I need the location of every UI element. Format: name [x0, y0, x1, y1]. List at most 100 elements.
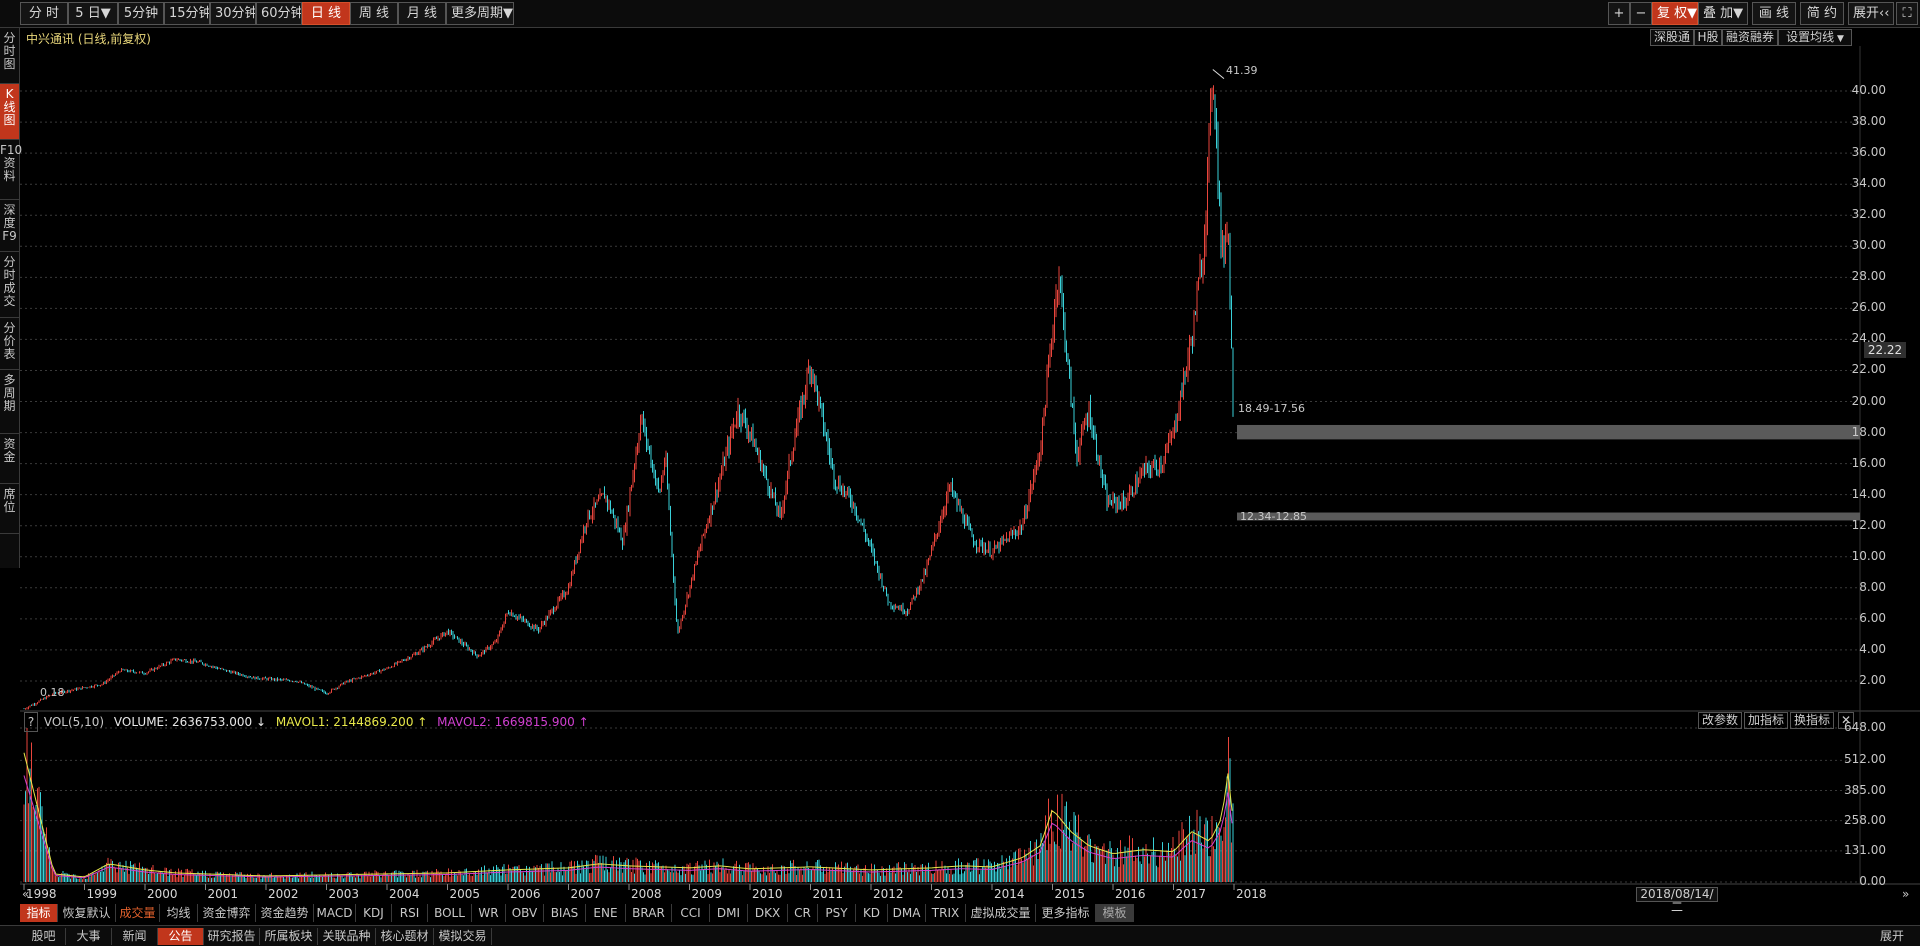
year-label: 1998	[26, 887, 57, 901]
arrow-up-icon: ↑	[417, 715, 428, 729]
indicator-tab-12[interactable]: BIAS	[544, 904, 586, 922]
year-label: 2015	[1054, 887, 1086, 901]
indicator-tab-21[interactable]: DMA	[888, 904, 926, 922]
year-label: 2005	[449, 887, 481, 901]
indicator-tab-1[interactable]: 恢复默认	[58, 904, 116, 922]
bottom-tabs: 展开 股吧 大事 新闻 公告 研究报告 所属板块 关联品种 核心题材 模拟交易	[0, 925, 1920, 946]
price-tick-label: 2.00	[1859, 672, 1886, 687]
bottom-tab-5[interactable]: 所属板块	[260, 928, 318, 945]
indicator-tab-13[interactable]: ENE	[586, 904, 626, 922]
scroll-right-arrow[interactable]: »	[1902, 887, 1909, 901]
scroll-left-arrow[interactable]: «	[22, 887, 29, 901]
date-display: 2018/08/14/二	[1636, 887, 1718, 914]
indicator-tab-6[interactable]: MACD	[314, 904, 356, 922]
indicator-tab-9[interactable]: BOLL	[428, 904, 472, 922]
price-tick-label: 36.00	[1851, 145, 1886, 160]
price-tick-label: 28.00	[1851, 269, 1886, 284]
year-label: 2012	[873, 887, 904, 901]
indicator-tab-11[interactable]: OBV	[506, 904, 544, 922]
indicator-tab-17[interactable]: DKX	[748, 904, 788, 922]
price-tick-label: 4.00	[1859, 641, 1886, 656]
switch-indicator-button[interactable]: 换指标	[1790, 712, 1834, 729]
bottom-tab-7[interactable]: 核心题材	[376, 928, 434, 945]
year-label: 2016	[1115, 887, 1146, 901]
indicator-tab-4[interactable]: 资金博弈	[198, 904, 256, 922]
year-label: 2017	[1175, 887, 1207, 901]
volume-tick-label: 131.00	[1844, 842, 1886, 857]
price-tick-label: 26.00	[1851, 300, 1886, 315]
zone-upper-label: 18.49-17.56	[1238, 402, 1305, 415]
bottom-tab-2[interactable]: 新闻	[112, 928, 158, 945]
bottom-tab-3[interactable]: 公告	[158, 928, 204, 945]
year-label: 2003	[328, 887, 360, 901]
price-tick-label: 6.00	[1859, 610, 1886, 625]
indicator-tab-8[interactable]: RSI	[392, 904, 428, 922]
indicator-tab-19[interactable]: PSY	[818, 904, 856, 922]
change-params-button[interactable]: 改参数	[1698, 712, 1742, 729]
bottom-tab-8[interactable]: 模拟交易	[434, 928, 492, 945]
high-price-label: 41.39	[1226, 64, 1258, 77]
price-tick-label: 38.00	[1851, 114, 1886, 129]
price-tick-label: 40.00	[1851, 83, 1886, 98]
add-indicator-button[interactable]: 加指标	[1744, 712, 1788, 729]
price-tick-label: 22.00	[1851, 362, 1886, 377]
year-label: 2009	[691, 887, 723, 901]
volume-tick-label: 512.00	[1844, 752, 1886, 767]
indicator-tab-25[interactable]: 模板	[1096, 904, 1134, 922]
current-price-tag: 22.22	[1864, 342, 1906, 358]
candle-series	[23, 85, 1234, 710]
indicator-tab-0[interactable]: 指标	[20, 904, 58, 922]
indicator-tab-20[interactable]: KD	[856, 904, 888, 922]
zone-lower-label: 12.34-12.85	[1240, 510, 1307, 523]
indicator-tab-24[interactable]: 更多指标	[1036, 904, 1096, 922]
indicator-tab-16[interactable]: DMI	[710, 904, 748, 922]
help-button[interactable]: ?	[24, 712, 38, 732]
price-tick-label: 8.00	[1859, 579, 1886, 594]
year-label: 2001	[207, 887, 239, 901]
indicator-tab-5[interactable]: 资金趋势	[256, 904, 314, 922]
year-label: 2013	[933, 887, 965, 901]
resistance-zone	[1237, 424, 1860, 440]
indicator-tab-7[interactable]: KDJ	[356, 904, 392, 922]
year-label: 2007	[570, 887, 602, 901]
indicator-bar: 指标 恢复默认 成交量 均线 资金博弈 资金趋势 MACD KDJ RSI BOLL WR OBV BI…	[20, 904, 1900, 922]
volume-header: ? VOL(5,10) VOLUME: 2636753.000 ↓ MAVOL1…	[20, 712, 589, 732]
indicator-tab-2[interactable]: 成交量	[116, 904, 160, 922]
price-tick-label: 14.00	[1851, 486, 1886, 501]
price-tick-label: 34.00	[1851, 176, 1886, 191]
bottom-expand-button[interactable]: 展开	[1872, 928, 1912, 945]
arrow-up-icon: ↑	[578, 715, 589, 729]
volume-tick-label: 0.00	[1859, 874, 1886, 888]
support-zone	[1237, 512, 1860, 521]
indicator-tab-10[interactable]: WR	[472, 904, 506, 922]
year-label: 2011	[812, 887, 844, 901]
year-label: 2000	[147, 887, 178, 901]
kline-price-chart[interactable]	[0, 0, 1920, 946]
bottom-tab-6[interactable]: 关联品种	[318, 928, 376, 945]
kline-app: 分 时 5 日▼ 5分钟 15分钟 30分钟 60分钟 日 线 周 线 月 线 …	[0, 0, 1920, 946]
year-label: 2002	[268, 887, 299, 901]
price-tick-label: 10.00	[1851, 548, 1886, 563]
indicator-tab-23[interactable]: 虚拟成交量	[966, 904, 1036, 922]
mavol2-value: MAVOL2: 1669815.900	[437, 715, 575, 729]
bottom-tab-1[interactable]: 大事	[66, 928, 112, 945]
indicator-tab-22[interactable]: TRIX	[926, 904, 966, 922]
low-price-label: 0.18	[40, 686, 65, 699]
price-tick-label: 30.00	[1851, 238, 1886, 253]
indicator-tab-15[interactable]: CCI	[672, 904, 710, 922]
indicator-tab-3[interactable]: 均线	[160, 904, 198, 922]
high-marker	[1212, 69, 1225, 80]
year-label: 2014	[994, 887, 1025, 901]
year-label: 2004	[389, 887, 420, 901]
price-tick-label: 32.00	[1851, 207, 1886, 222]
year-label: 2006	[510, 887, 541, 901]
bottom-tab-4[interactable]: 研究报告	[204, 928, 260, 945]
volume-tick-label: 648.00	[1844, 720, 1886, 734]
arrow-down-icon: ↓	[255, 715, 267, 729]
price-tick-label: 12.00	[1851, 517, 1886, 532]
volume-tick-label: 385.00	[1844, 782, 1886, 797]
indicator-tab-18[interactable]: CR	[788, 904, 818, 922]
indicator-tab-14[interactable]: BRAR	[626, 904, 672, 922]
bottom-tab-0[interactable]: 股吧	[22, 928, 66, 945]
price-tick-label: 16.00	[1851, 455, 1886, 470]
